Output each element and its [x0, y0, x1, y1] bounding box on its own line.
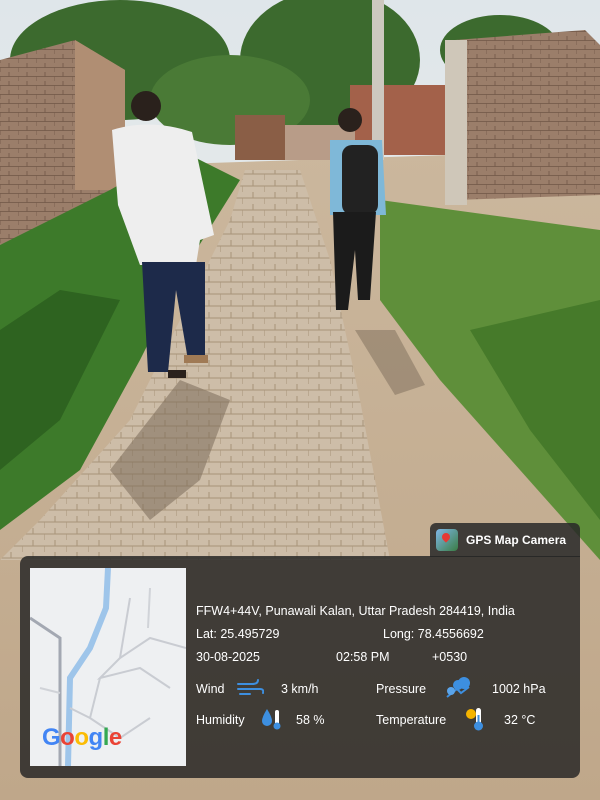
gps-map-camera-icon [436, 529, 458, 551]
pressure-icon [446, 677, 470, 698]
temperature-icon [466, 708, 483, 731]
longitude: Long: 78.4556692 [383, 627, 484, 641]
wind-value: 3 km/h [281, 682, 319, 696]
temperature-value: 32 °C [504, 713, 536, 727]
wind-label: Wind [196, 682, 225, 696]
timezone: +0530 [432, 650, 468, 664]
humidity-value: 58 % [296, 713, 325, 727]
pressure-value: 1002 hPa [492, 682, 546, 696]
time: 02:58 PM [336, 650, 390, 664]
humidity-icon [262, 709, 281, 730]
gps-app-name: GPS Map Camera [466, 533, 567, 547]
address: FFW4+44V, Punawali Kalan, Uttar Pradesh … [196, 604, 515, 618]
date: 30-08-2025 [196, 650, 260, 664]
location-map: Google [30, 568, 186, 766]
wind-icon [237, 679, 264, 695]
google-logo: Google [42, 724, 122, 751]
gps-info-panel: Google FFW4+44V, Punawali Kalan, Uttar P… [20, 556, 580, 778]
humidity-label: Humidity [196, 713, 245, 727]
temperature-label: Temperature [376, 713, 447, 727]
right-wall [455, 30, 600, 200]
latitude: Lat: 25.495729 [196, 627, 280, 641]
gps-app-badge: GPS Map Camera [430, 523, 580, 557]
pressure-label: Pressure [376, 682, 427, 696]
